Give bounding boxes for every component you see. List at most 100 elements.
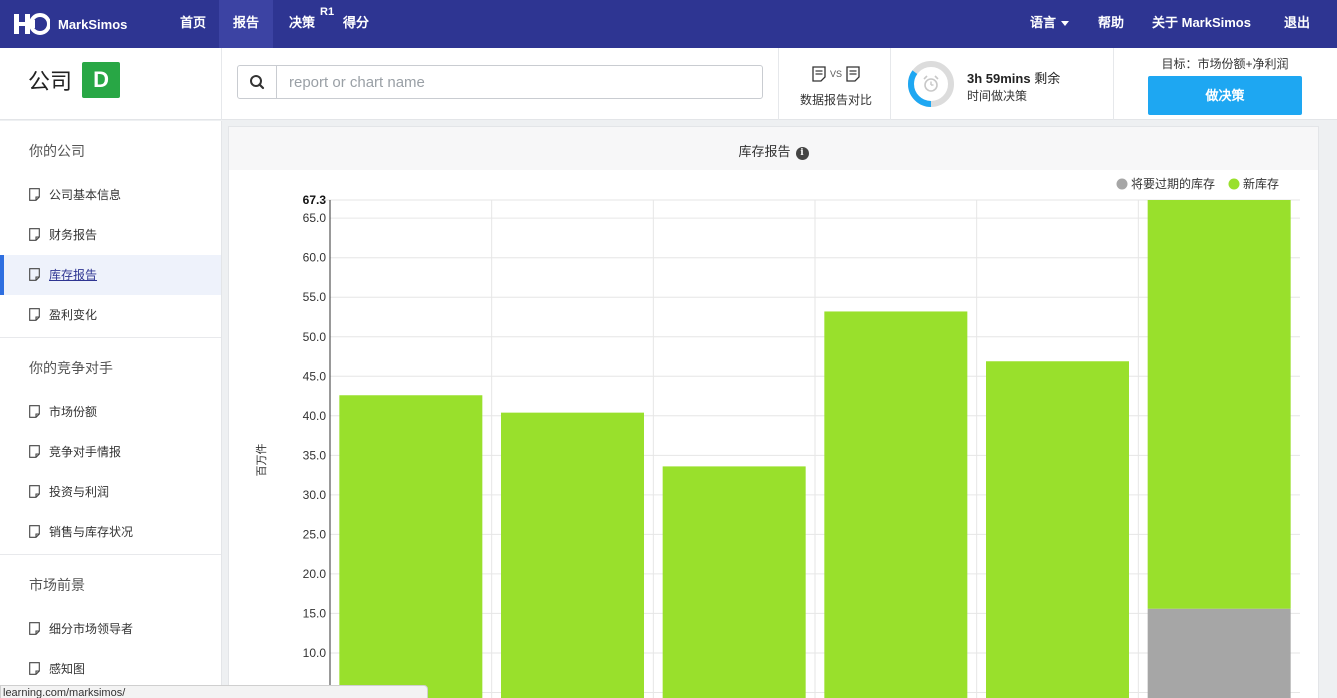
sidebar-item[interactable]: 竞争对手情报 <box>0 432 221 472</box>
search-icon <box>250 75 265 90</box>
document-icon <box>29 405 40 418</box>
timer-ring <box>908 61 954 107</box>
round-badge: R1 <box>320 6 335 18</box>
logo-icon <box>14 13 50 35</box>
bar-new-inventory[interactable] <box>824 311 968 698</box>
sidebar-item[interactable]: 公司基本信息 <box>0 175 221 215</box>
sidebar-item[interactable]: 细分市场领导者 <box>0 609 221 649</box>
header-bar: 公司 D VS 数据报告对比 <box>0 48 1337 120</box>
sidebar-item[interactable]: 感知图 <box>0 649 221 689</box>
timer-suffix: 剩余 <box>1034 71 1061 86</box>
bar-new-inventory[interactable] <box>1147 200 1291 609</box>
y-tick-label: 40.0 <box>303 409 327 423</box>
sidebar-item-label: 盈利变化 <box>49 308 98 322</box>
document-icon <box>29 268 40 281</box>
compare-label: 数据报告对比 <box>799 93 872 107</box>
y-max-label: 67.3 <box>303 193 327 207</box>
brand-name: MarkSimos <box>58 16 128 32</box>
sidebar-item[interactable]: 盈利变化 <box>0 295 221 335</box>
document-icon <box>29 662 40 675</box>
panel-title: 库存报告 i <box>229 141 1318 160</box>
report-search <box>237 65 763 99</box>
nav-reports-label: 报告 <box>232 15 259 30</box>
company-label: 公司 <box>28 69 73 94</box>
nav-logout[interactable]: 退出 <box>1284 0 1310 48</box>
nav-language[interactable]: 语言 <box>1030 0 1070 48</box>
nav-decision[interactable]: 决策 <box>289 0 315 48</box>
top-navbar: MarkSimos 首页 报告 决策 R1 得分 语言 帮助 关于 MarkSi… <box>0 0 1337 48</box>
nav-about-label: 关于 MarkSimos <box>1152 15 1251 30</box>
timer-value: 3h 59mins <box>967 71 1031 86</box>
header-divider <box>221 48 222 120</box>
nav-logout-label: 退出 <box>1284 15 1311 30</box>
inventory-chart: 5.010.015.020.025.030.035.040.045.050.05… <box>255 176 1300 698</box>
browser-status-bar: learning.com/marksimos/ <box>0 685 428 698</box>
sidebar-item[interactable]: 销售与库存状况 <box>0 512 221 552</box>
document-icon <box>29 228 40 241</box>
nav-about[interactable]: 关于 MarkSimos <box>1152 0 1251 48</box>
sidebar-item[interactable]: 市场份额 <box>0 392 221 432</box>
bar-new-inventory[interactable] <box>501 412 644 698</box>
legend-label[interactable]: 新库存 <box>1243 176 1279 191</box>
nav-help[interactable]: 帮助 <box>1098 0 1124 48</box>
document-icon <box>29 188 40 201</box>
compare-reports-button[interactable]: VS 数据报告对比 <box>796 64 876 108</box>
header-divider <box>778 48 779 120</box>
compare-icons: VS <box>796 64 876 84</box>
alarm-clock-icon <box>923 75 939 92</box>
sidebar-section-competitors: 你的竞争对手 <box>29 360 113 376</box>
sidebar-item-label: 销售与库存状况 <box>49 525 134 539</box>
y-axis-label: 百万件 <box>255 444 268 477</box>
brand-logo[interactable]: MarkSimos <box>14 10 127 38</box>
document-icon <box>812 66 826 82</box>
sidebar-item[interactable]: 投资与利润 <box>0 472 221 512</box>
sidebar-item-label: 财务报告 <box>49 228 98 242</box>
make-decision-button[interactable]: 做决策 <box>1148 76 1302 115</box>
legend-marker <box>1116 178 1128 190</box>
y-tick-label: 60.0 <box>303 251 327 265</box>
bar-new-inventory[interactable] <box>986 361 1129 698</box>
sidebar-item-label: 细分市场领导者 <box>49 622 134 636</box>
bar-expiring-inventory[interactable] <box>1147 608 1291 698</box>
y-tick-label: 25.0 <box>303 527 327 541</box>
sidebar-item-label: 竞争对手情报 <box>49 445 122 459</box>
nav-decision-label: 决策 <box>289 15 316 30</box>
header-divider <box>1113 48 1114 120</box>
y-tick-label: 50.0 <box>303 330 327 344</box>
sidebar-item[interactable]: 库存报告 <box>0 255 221 295</box>
chevron-down-icon <box>1061 21 1070 27</box>
panel-header: 库存报告 i <box>229 127 1318 170</box>
panel-title-text: 库存报告 <box>738 144 791 159</box>
nav-help-label: 帮助 <box>1098 15 1125 30</box>
sidebar-item-label: 市场份额 <box>49 405 98 419</box>
sidebar-section-your-company: 你的公司 <box>29 143 85 159</box>
y-tick-label: 55.0 <box>303 290 327 304</box>
nav-reports[interactable]: 报告 <box>219 0 273 48</box>
sidebar-item-label: 库存报告 <box>49 268 98 282</box>
info-icon[interactable]: i <box>795 147 809 160</box>
y-tick-label: 65.0 <box>303 211 327 225</box>
sidebar-section-market-outlook: 市场前景 <box>29 577 85 593</box>
y-tick-label: 35.0 <box>303 448 327 462</box>
bar-new-inventory[interactable] <box>339 395 483 698</box>
sidebar-item-label: 投资与利润 <box>49 485 110 499</box>
search-input[interactable] <box>278 66 758 98</box>
document-icon <box>29 622 40 635</box>
sidebar-item-label: 感知图 <box>49 662 86 676</box>
document-icon <box>29 445 40 458</box>
sidebar-item-label: 公司基本信息 <box>49 188 122 202</box>
nav-score[interactable]: 得分 <box>343 0 369 48</box>
search-button[interactable] <box>238 66 277 98</box>
sidebar-item[interactable]: 财务报告 <box>0 215 221 255</box>
y-tick-label: 45.0 <box>303 369 327 383</box>
y-tick-label: 15.0 <box>303 606 327 620</box>
document-icon <box>846 66 860 82</box>
timer-remaining: 3h 59mins 剩余 <box>967 68 1060 87</box>
bar-new-inventory[interactable] <box>662 466 806 698</box>
legend-label[interactable]: 将要过期的库存 <box>1131 176 1215 191</box>
y-tick-label: 30.0 <box>303 488 327 502</box>
company-indicator: 公司 D <box>28 62 121 98</box>
active-indicator <box>0 255 4 295</box>
nav-home[interactable]: 首页 <box>180 0 206 48</box>
nav-home-label: 首页 <box>180 15 207 30</box>
